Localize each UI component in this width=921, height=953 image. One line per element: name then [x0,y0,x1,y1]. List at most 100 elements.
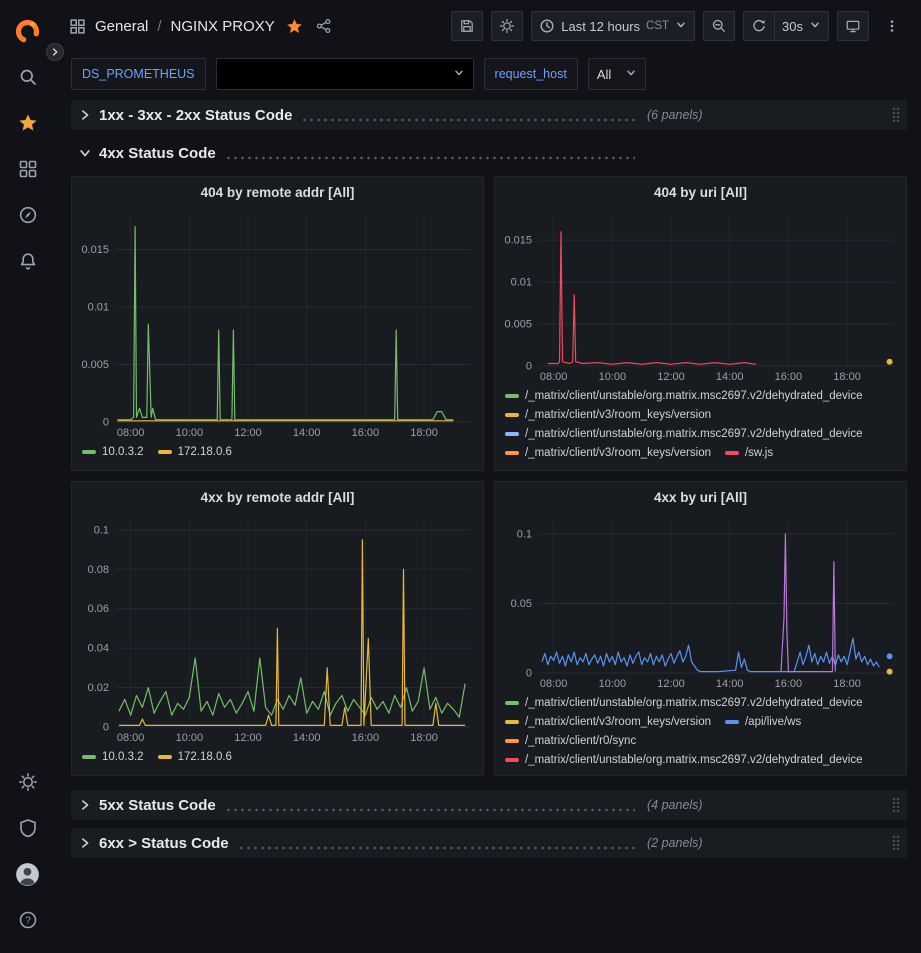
row-drag-handle[interactable] [891,107,901,124]
refresh-interval-label: 30s [782,19,803,34]
tv-mode-button[interactable] [837,11,869,41]
legend-label: /_matrix/client/unstable/org.matrix.msc2… [525,425,863,443]
row-drag-handle[interactable] [891,835,901,852]
row-panel-count: (4 panels) [647,798,703,812]
refresh-icon [751,18,767,34]
row-header-1xx-3xx-2xx[interactable]: 1xx - 3xx - 2xx Status Code (6 panels) [71,100,907,130]
dashboard-settings-button[interactable] [491,11,523,41]
sidebar-item-explore[interactable] [0,192,55,238]
search-icon [18,67,38,87]
chevron-right-icon [50,47,60,57]
legend-label: /api/live/ws [745,713,801,731]
sidebar-item-search[interactable] [0,54,55,100]
row-panel-count: (6 panels) [647,108,703,122]
request-host-variable-label[interactable]: request_host [484,58,578,90]
legend-item[interactable]: 10.0.3.2 [82,443,144,461]
legend-item[interactable]: /_matrix/client/unstable/org.matrix.msc2… [505,387,863,405]
sidebar-item-server-admin[interactable] [0,805,55,851]
share-button[interactable] [314,16,334,36]
dashboard-header: General / NGINX PROXY [55,0,921,52]
more-options-button[interactable] [877,11,907,41]
panel-title[interactable]: 4xx by remote addr [All] [72,482,483,512]
svg-text:12:00: 12:00 [657,678,685,690]
timeseries-chart[interactable]: 00.050.108:0010:0012:0014:0016:0018:00 [495,512,906,691]
breadcrumb-folder[interactable]: General [95,18,148,35]
datasource-select[interactable] [216,58,474,90]
svg-text:10:00: 10:00 [599,371,627,383]
legend-swatch [725,720,739,724]
time-range-label: Last 12 hours [561,19,640,34]
sidebar-item-help[interactable]: ? [0,897,55,943]
sidebar-item-profile[interactable] [0,851,55,897]
panel-legend: 10.0.3.2 172.18.0.6 [72,440,483,470]
row-header-6xx[interactable]: 6xx > Status Code (2 panels) [71,828,907,858]
panel-title[interactable]: 404 by remote addr [All] [72,177,483,207]
chart-svg[interactable]: 00.0050.010.01508:0010:0012:0014:0016:00… [495,207,906,384]
zoom-out-icon [711,18,727,34]
svg-text:16:00: 16:00 [775,678,803,690]
svg-text:0: 0 [103,417,109,429]
panel-grid: 404 by remote addr [All] 00.0050.010.015… [71,176,907,776]
legend-swatch [505,739,519,743]
row-title: 1xx - 3xx - 2xx Status Code [99,107,292,124]
refresh-interval-picker[interactable]: 30s [775,11,829,41]
legend-item[interactable]: /sw.js [725,444,773,462]
row-drag-handle[interactable] [891,797,901,814]
timeseries-chart[interactable]: 00.0050.010.01508:0010:0012:0014:0016:00… [495,207,906,384]
panel-title[interactable]: 404 by uri [All] [495,177,906,207]
legend-item[interactable]: /_matrix/client/unstable/org.matrix.msc2… [505,751,863,769]
row-header-4xx[interactable]: 4xx Status Code [71,138,907,168]
legend-item[interactable]: 10.0.3.2 [82,748,144,766]
row-panel-count: (2 panels) [647,836,703,850]
legend-item[interactable]: /_matrix/client/unstable/org.matrix.msc2… [505,694,863,712]
svg-text:08:00: 08:00 [117,427,145,439]
dotted-leader [301,118,635,122]
legend-item[interactable]: /api/live/ws [725,713,801,731]
timeseries-chart[interactable]: 00.020.040.060.080.108:0010:0012:0014:00… [72,512,483,745]
favorite-star-button[interactable] [284,16,305,37]
row-header-5xx[interactable]: 5xx Status Code (4 panels) [71,790,907,820]
svg-text:0.02: 0.02 [88,682,109,694]
star-icon [18,113,38,133]
chart-svg[interactable]: 00.050.108:0010:0012:0014:0016:0018:00 [495,512,906,691]
sidebar-item-alerting[interactable] [0,238,55,284]
legend-item[interactable]: /_matrix/client/v3/room_keys/version [505,406,711,424]
svg-text:18:00: 18:00 [410,732,438,744]
gear-icon [499,18,515,34]
svg-text:0: 0 [103,722,109,734]
time-range-picker[interactable]: Last 12 hours CST [531,11,695,41]
panel-title[interactable]: 4xx by uri [All] [495,482,906,512]
sidebar-item-configuration[interactable] [0,759,55,805]
chart-svg[interactable]: 00.020.040.060.080.108:0010:0012:0014:00… [72,512,483,745]
legend-label: /sw.js [745,444,773,462]
svg-text:10:00: 10:00 [176,732,204,744]
chart-svg[interactable]: 00.0050.010.01508:0010:0012:0014:0016:00… [72,207,483,440]
monitor-icon [845,18,861,34]
legend-swatch [505,758,519,762]
svg-text:0.01: 0.01 [511,277,532,289]
dotted-leader [225,808,635,812]
legend-item[interactable]: 172.18.0.6 [158,748,232,766]
panel-legend: /_matrix/client/unstable/org.matrix.msc2… [495,691,906,775]
svg-text:18:00: 18:00 [833,678,861,690]
zoom-out-button[interactable] [703,11,735,41]
legend-item[interactable]: /_matrix/client/v3/room_keys/version [505,713,711,731]
panel-4xx-by-uri: 4xx by uri [All] 00.050.108:0010:0012:00… [494,481,907,776]
sidebar-expand-button[interactable] [46,43,64,61]
timeseries-chart[interactable]: 00.0050.010.01508:0010:0012:0014:0016:00… [72,207,483,440]
save-dashboard-button[interactable] [451,11,483,41]
sidebar-item-dashboards[interactable] [0,146,55,192]
panel-404-by-remote-addr: 404 by remote addr [All] 00.0050.010.015… [71,176,484,471]
refresh-button[interactable] [743,11,775,41]
help-icon: ? [18,910,38,930]
breadcrumb-dashboard[interactable]: NGINX PROXY [171,18,275,35]
legend-item[interactable]: /_matrix/client/v3/room_keys/version [505,444,711,462]
legend-swatch [505,720,519,724]
legend-item[interactable]: /_matrix/client/r0/sync [505,732,636,750]
datasource-variable-label[interactable]: DS_PROMETHEUS [71,58,206,90]
sidebar-item-starred[interactable] [0,100,55,146]
request-host-select[interactable]: All [588,58,646,90]
legend-item[interactable]: /_matrix/client/unstable/org.matrix.msc2… [505,425,863,443]
legend-item[interactable]: 172.18.0.6 [158,443,232,461]
legend-swatch [505,432,519,436]
